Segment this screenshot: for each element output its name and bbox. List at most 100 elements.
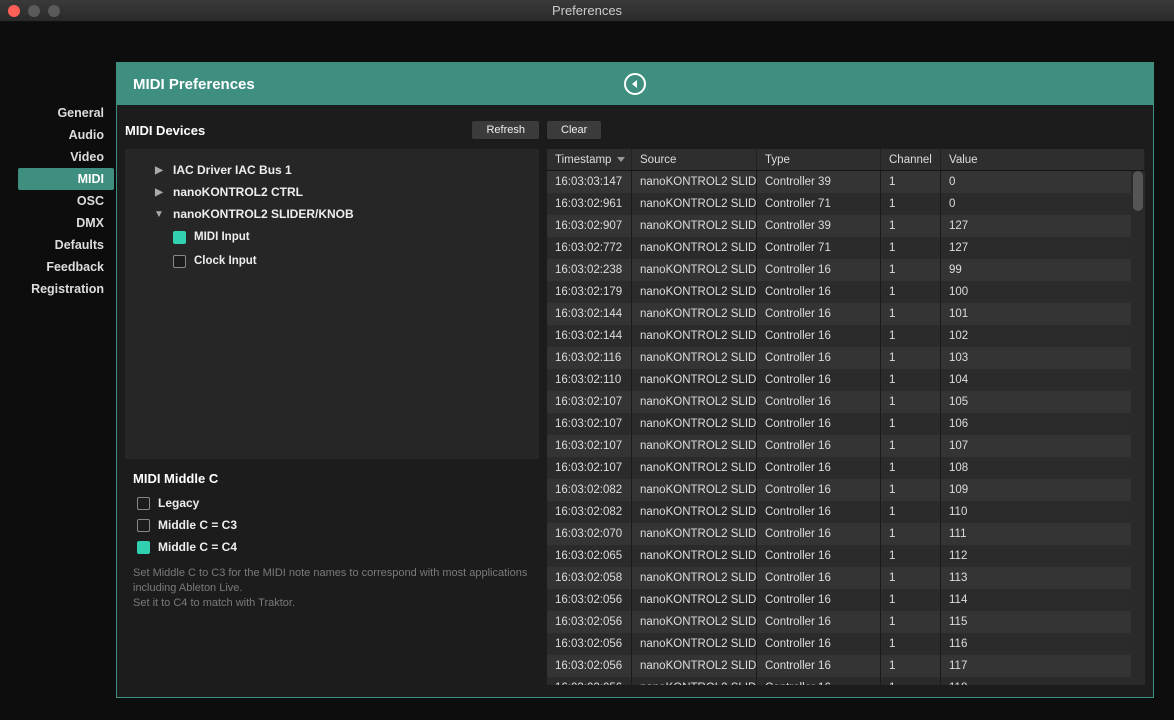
table-row[interactable]: 16:03:02:144nanoKONTROL2 SLIDE...Control… [547,325,1145,347]
table-row[interactable]: 16:03:02:772nanoKONTROL2 SLIDE...Control… [547,237,1145,259]
cell: 1 [881,259,941,281]
chevron-down-icon[interactable]: ▼ [151,209,167,220]
table-row[interactable]: 16:03:02:070nanoKONTROL2 SLIDE...Control… [547,523,1145,545]
table-row[interactable]: 16:03:02:065nanoKONTROL2 SLIDE...Control… [547,545,1145,567]
midi-devices-tree: ▶IAC Driver IAC Bus 1▶nanoKONTROL2 CTRL▼… [125,149,539,459]
midi-middle-c-section: MIDI Middle C LegacyMiddle C = C3Middle … [125,459,539,619]
table-row[interactable]: 16:03:02:056nanoKONTROL2 SLIDE...Control… [547,611,1145,633]
table-row[interactable]: 16:03:02:107nanoKONTROL2 SLIDE...Control… [547,435,1145,457]
cell: 0 [941,171,1145,193]
col-value[interactable]: Value [941,149,1145,170]
middle-c-option[interactable]: Middle C = C3 [133,514,531,536]
cell: nanoKONTROL2 SLIDE... [632,171,757,193]
table-row[interactable]: 16:03:02:107nanoKONTROL2 SLIDE...Control… [547,413,1145,435]
clear-button[interactable]: Clear [547,121,601,139]
checkbox[interactable] [173,231,186,244]
cell: 16:03:02:082 [547,479,632,501]
chevron-right-icon[interactable]: ▶ [151,187,167,198]
cell: 102 [941,325,1145,347]
cell: Controller 16 [757,435,881,457]
table-row[interactable]: 16:03:02:082nanoKONTROL2 SLIDE...Control… [547,501,1145,523]
window-titlebar: Preferences [0,0,1174,22]
table-row[interactable]: 16:03:02:144nanoKONTROL2 SLIDE...Control… [547,303,1145,325]
col-timestamp[interactable]: Timestamp [547,149,632,170]
cell: 110 [941,501,1145,523]
table-row[interactable]: 16:03:02:116nanoKONTROL2 SLIDE...Control… [547,347,1145,369]
device-option-row[interactable]: Clock Input [133,249,531,273]
table-row[interactable]: 16:03:02:179nanoKONTROL2 SLIDE...Control… [547,281,1145,303]
cell: Controller 16 [757,567,881,589]
middle-c-help: Set Middle C to C3 for the MIDI note nam… [133,566,531,611]
back-button[interactable] [624,73,646,95]
cell: 127 [941,215,1145,237]
cell: Controller 16 [757,677,881,685]
col-type[interactable]: Type [757,149,881,170]
cell: 100 [941,281,1145,303]
triangle-left-icon [630,79,640,89]
cell: Controller 39 [757,171,881,193]
checkbox[interactable] [137,497,150,510]
col-channel[interactable]: Channel [881,149,941,170]
cell: 107 [941,435,1145,457]
device-row[interactable]: ▶IAC Driver IAC Bus 1 [133,159,531,181]
cell: nanoKONTROL2 SLIDE... [632,589,757,611]
cell: 16:03:02:107 [547,413,632,435]
sidebar-item-midi[interactable]: MIDI [18,168,114,190]
table-row[interactable]: 16:03:02:238nanoKONTROL2 SLIDE...Control… [547,259,1145,281]
cell: 1 [881,545,941,567]
cell: 0 [941,193,1145,215]
table-row[interactable]: 16:03:02:056nanoKONTROL2 SLIDE...Control… [547,655,1145,677]
sidebar-item-registration[interactable]: Registration [18,278,114,300]
table-row[interactable]: 16:03:02:056nanoKONTROL2 SLIDE...Control… [547,589,1145,611]
checkbox[interactable] [137,541,150,554]
device-row[interactable]: ▼nanoKONTROL2 SLIDER/KNOB [133,203,531,225]
sidebar-item-osc[interactable]: OSC [18,190,114,212]
sidebar-item-audio[interactable]: Audio [18,124,114,146]
table-row[interactable]: 16:03:02:907nanoKONTROL2 SLIDE...Control… [547,215,1145,237]
table-row[interactable]: 16:03:02:107nanoKONTROL2 SLIDE...Control… [547,391,1145,413]
checkbox[interactable] [137,519,150,532]
sidebar-item-defaults[interactable]: Defaults [18,234,114,256]
table-row[interactable]: 16:03:02:107nanoKONTROL2 SLIDE...Control… [547,457,1145,479]
device-option-row[interactable]: MIDI Input [133,225,531,249]
table-row[interactable]: 16:03:02:082nanoKONTROL2 SLIDE...Control… [547,479,1145,501]
cell: 1 [881,237,941,259]
table-row[interactable]: 16:03:02:056nanoKONTROL2 SLIDE...Control… [547,633,1145,655]
table-row[interactable]: 16:03:03:147nanoKONTROL2 SLIDE...Control… [547,171,1145,193]
device-row[interactable]: ▶nanoKONTROL2 CTRL [133,181,531,203]
cell: 109 [941,479,1145,501]
sidebar-item-feedback[interactable]: Feedback [18,256,114,278]
table-header[interactable]: Timestamp Source Type Channel Value [547,149,1145,171]
table-row[interactable]: 16:03:02:110nanoKONTROL2 SLIDE...Control… [547,369,1145,391]
sidebar-item-video[interactable]: Video [18,146,114,168]
cell: Controller 16 [757,281,881,303]
middle-c-option[interactable]: Middle C = C4 [133,536,531,558]
checkbox[interactable] [173,255,186,268]
cell: 106 [941,413,1145,435]
cell: Controller 16 [757,325,881,347]
cell: nanoKONTROL2 SLIDE... [632,655,757,677]
scrollbar[interactable] [1131,171,1145,685]
col-source[interactable]: Source [632,149,757,170]
cell: 16:03:02:056 [547,633,632,655]
middle-c-option[interactable]: Legacy [133,492,531,514]
sidebar-item-general[interactable]: General [18,102,114,124]
cell: 1 [881,567,941,589]
cell: nanoKONTROL2 SLIDE... [632,215,757,237]
cell: 105 [941,391,1145,413]
cell: 16:03:02:238 [547,259,632,281]
device-option-label: Clock Input [194,255,257,267]
left-column: MIDI Devices Refresh ▶IAC Driver IAC Bus… [117,105,547,697]
cell: 1 [881,171,941,193]
sidebar-item-dmx[interactable]: DMX [18,212,114,234]
refresh-button[interactable]: Refresh [472,121,539,139]
table-row[interactable]: 16:03:02:058nanoKONTROL2 SLIDE...Control… [547,567,1145,589]
cell: 16:03:02:179 [547,281,632,303]
table-row[interactable]: 16:03:02:961nanoKONTROL2 SLIDE...Control… [547,193,1145,215]
cell: nanoKONTROL2 SLIDE... [632,611,757,633]
scrollbar-thumb[interactable] [1133,171,1143,211]
cell: 1 [881,435,941,457]
chevron-right-icon[interactable]: ▶ [151,165,167,176]
cell: nanoKONTROL2 SLIDE... [632,193,757,215]
table-row[interactable]: 16:03:02:056nanoKONTROL2 SLIDE...Control… [547,677,1145,685]
